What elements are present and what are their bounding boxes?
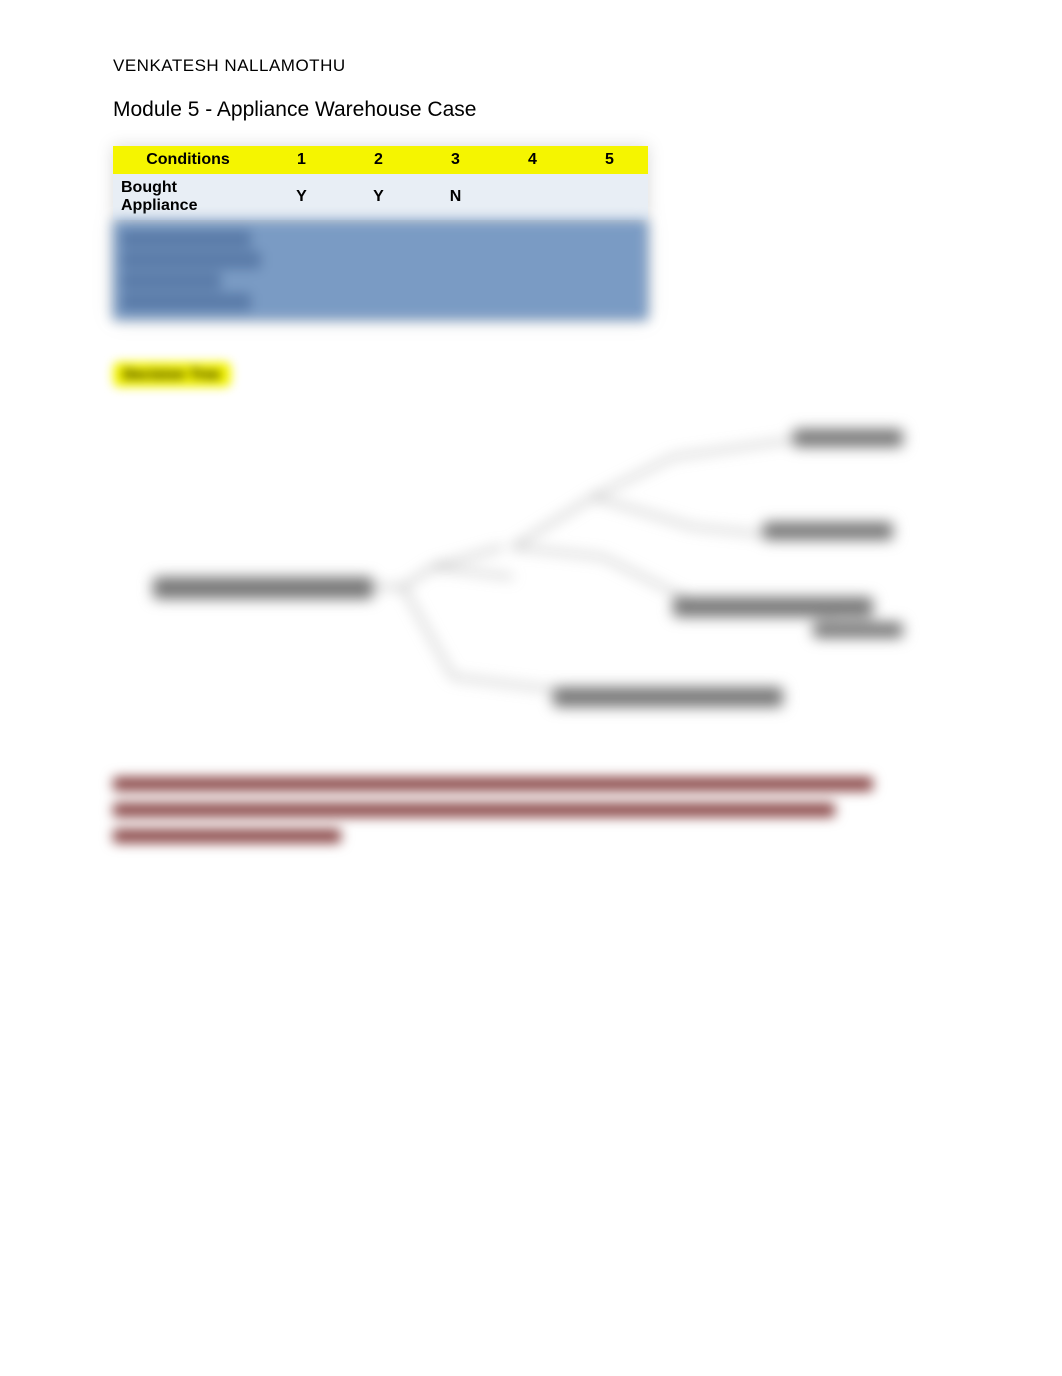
decision-table-container: Conditions 1 2 3 4 5 Bought Appliance Y …	[113, 146, 648, 320]
author-name: VENKATESH NALLAMOTHU	[113, 56, 962, 76]
header-col-3: 3	[417, 146, 494, 174]
header-col-4: 4	[494, 146, 571, 174]
cell: Y	[340, 174, 417, 220]
decision-table: Conditions 1 2 3 4 5 Bought Appliance Y …	[113, 146, 648, 220]
cell: Y	[263, 174, 340, 220]
cell	[571, 174, 648, 220]
decision-tree-diagram	[113, 417, 933, 737]
document-title: Module 5 - Appliance Warehouse Case	[113, 98, 962, 122]
cell	[494, 174, 571, 220]
table-header-row: Conditions 1 2 3 4 5	[113, 146, 648, 174]
header-col-2: 2	[340, 146, 417, 174]
cell: N	[417, 174, 494, 220]
blurred-table-rows	[113, 220, 648, 320]
summary-paragraph	[113, 777, 873, 843]
header-col-5: 5	[571, 146, 648, 174]
row-label: Bought Appliance	[113, 174, 263, 220]
table-row: Bought Appliance Y Y N	[113, 174, 648, 220]
header-col-1: 1	[263, 146, 340, 174]
header-conditions: Conditions	[113, 146, 263, 174]
section-label: Decision Tree	[113, 362, 231, 387]
